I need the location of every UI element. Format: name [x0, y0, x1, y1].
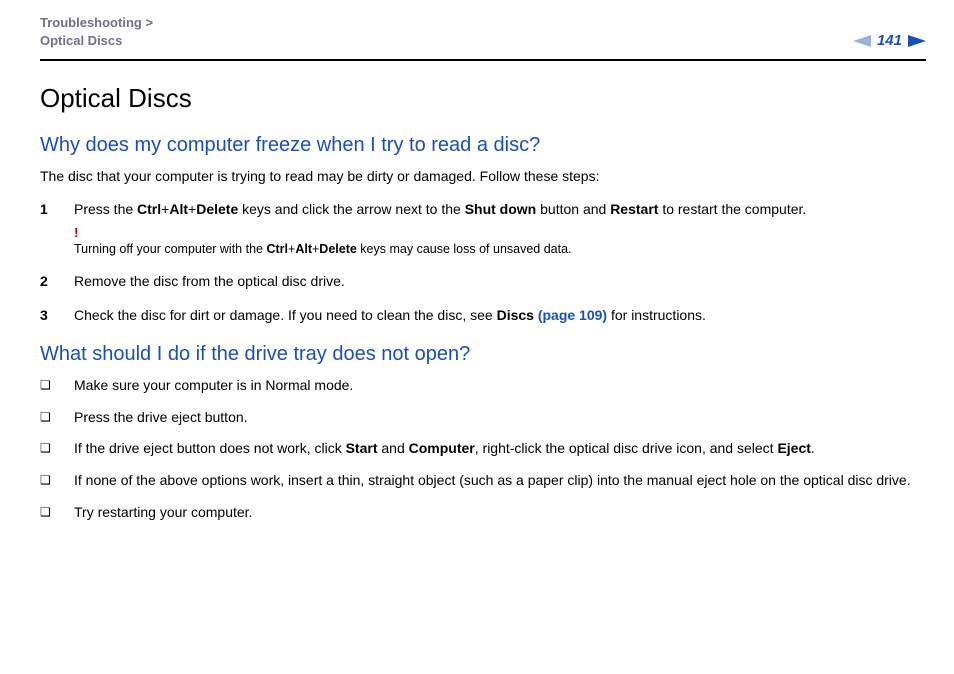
list-item: ❑ Press the drive eject button. [40, 408, 926, 428]
list-item: ❑ If none of the above options work, ins… [40, 471, 926, 491]
warning-text: Turning off your computer with the Ctrl+… [74, 241, 926, 259]
breadcrumb-section[interactable]: Troubleshooting [40, 15, 142, 30]
header: Troubleshooting > Optical Discs 141 [0, 0, 954, 59]
section-heading: Why does my computer freeze when I try t… [40, 134, 926, 157]
bullet-icon: ❑ [40, 439, 54, 459]
breadcrumb: Troubleshooting > Optical Discs [40, 14, 153, 49]
page-title: Optical Discs [40, 83, 926, 114]
list-item: ❑ If the drive eject button does not wor… [40, 439, 926, 459]
next-page-arrow-icon[interactable] [908, 35, 926, 47]
step-number: 2 [40, 272, 52, 292]
step-body: Check the disc for dirt or damage. If yo… [74, 306, 926, 326]
warning-icon: ! [74, 226, 926, 239]
bullet-icon: ❑ [40, 503, 54, 523]
step-body: Remove the disc from the optical disc dr… [74, 272, 926, 292]
list-body: If none of the above options work, inser… [74, 471, 926, 491]
cross-ref-link[interactable]: (page 109) [538, 307, 607, 323]
prev-page-arrow-icon[interactable] [853, 35, 871, 47]
step-item: 1 Press the Ctrl+Alt+Delete keys and cli… [40, 200, 926, 258]
step-number: 1 [40, 200, 52, 258]
bullet-icon: ❑ [40, 471, 54, 491]
list-body: Make sure your computer is in Normal mod… [74, 376, 926, 396]
step-body: Press the Ctrl+Alt+Delete keys and click… [74, 200, 926, 258]
step-item: 3 Check the disc for dirt or damage. If … [40, 306, 926, 326]
pager: 141 [853, 32, 926, 49]
list-body: If the drive eject button does not work,… [74, 439, 926, 459]
intro-text: The disc that your computer is trying to… [40, 167, 926, 186]
page-number: 141 [877, 32, 902, 49]
bullet-list: ❑ Make sure your computer is in Normal m… [40, 376, 926, 522]
list-item: ❑ Make sure your computer is in Normal m… [40, 376, 926, 396]
steps-list: 1 Press the Ctrl+Alt+Delete keys and cli… [40, 200, 926, 325]
bullet-icon: ❑ [40, 376, 54, 396]
bullet-icon: ❑ [40, 408, 54, 428]
section-heading: What should I do if the drive tray does … [40, 343, 926, 366]
list-body: Try restarting your computer. [74, 503, 926, 523]
list-body: Press the drive eject button. [74, 408, 926, 428]
breadcrumb-page[interactable]: Optical Discs [40, 33, 122, 48]
content: Optical Discs Why does my computer freez… [0, 61, 954, 522]
step-number: 3 [40, 306, 52, 326]
breadcrumb-sep: > [145, 15, 153, 30]
list-item: ❑ Try restarting your computer. [40, 503, 926, 523]
step-item: 2 Remove the disc from the optical disc … [40, 272, 926, 292]
